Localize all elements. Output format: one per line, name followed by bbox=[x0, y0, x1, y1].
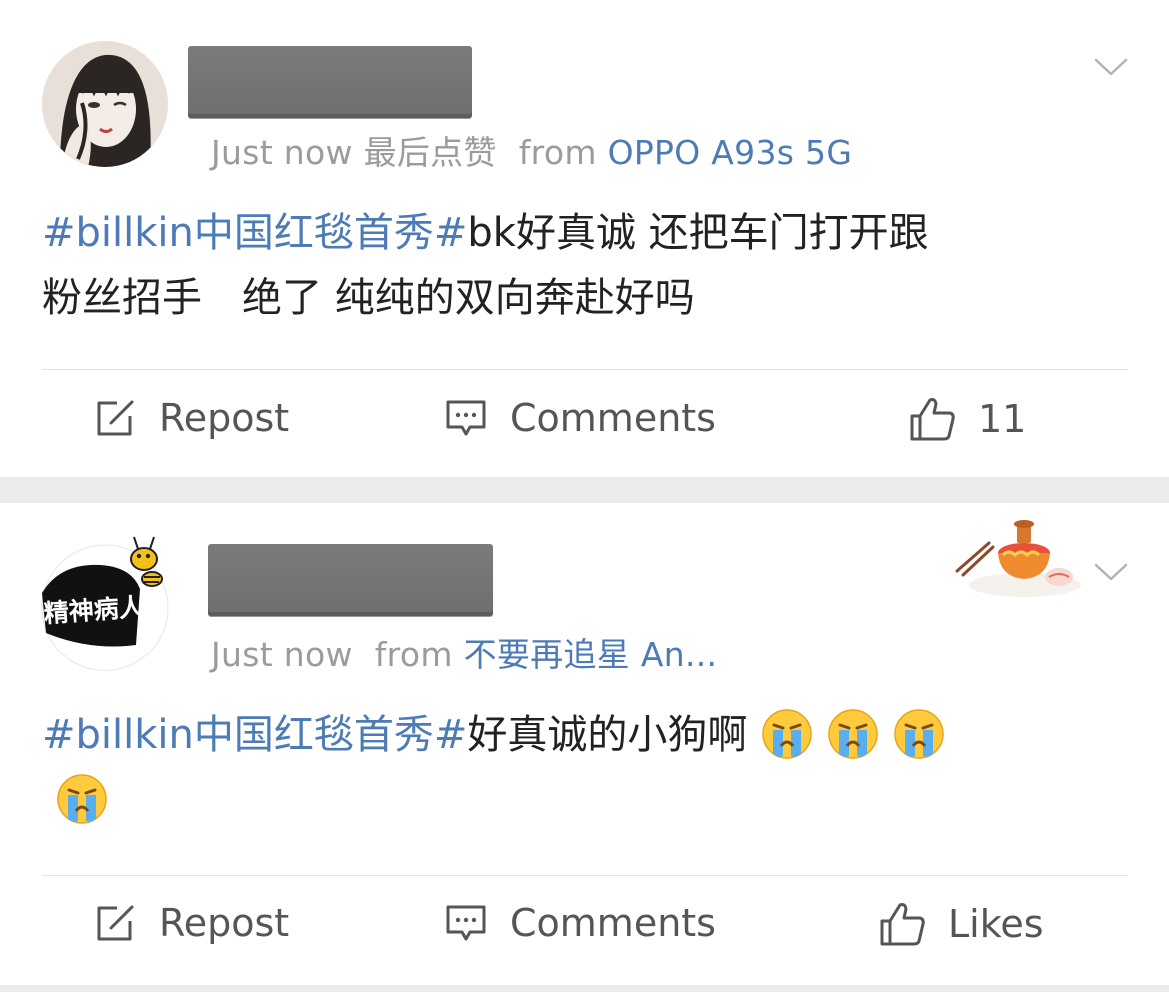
hashtag-link[interactable]: #billkin中国红毯首秀# bbox=[42, 210, 467, 256]
crying-emoji-icon bbox=[762, 709, 813, 759]
chevron-down-icon[interactable] bbox=[1094, 561, 1128, 583]
divider bbox=[42, 875, 1128, 876]
last-liked-label: 最后点赞 bbox=[363, 133, 497, 172]
timestamp: Just now bbox=[211, 635, 353, 674]
chevron-down-icon[interactable] bbox=[1094, 56, 1128, 78]
thumbs-up-icon bbox=[910, 398, 955, 441]
feed-post: Just now 最后点赞 from OPPO A93s 5G #billkin中… bbox=[0, 0, 1169, 477]
source-device[interactable]: 不要再追星 An... bbox=[464, 635, 718, 674]
post-content: #billkin中国红毯首秀#bk好真诚 还把车门打开跟 粉丝招手 绝了 纯纯的… bbox=[42, 201, 1132, 331]
comments-button[interactable]: Comments bbox=[444, 901, 716, 945]
comments-label: Comments bbox=[510, 396, 716, 440]
thumbs-up-icon bbox=[880, 903, 925, 946]
comments-button[interactable]: Comments bbox=[444, 396, 716, 440]
hashtag-link[interactable]: #billkin中国红毯首秀# bbox=[42, 712, 467, 758]
post-text-line2: 粉丝招手 绝了 纯纯的双向奔赴好吗 bbox=[42, 275, 695, 321]
comment-icon bbox=[446, 905, 486, 941]
repost-button[interactable]: Repost bbox=[95, 396, 289, 440]
like-count: 11 bbox=[978, 397, 1027, 441]
timestamp: Just now bbox=[211, 133, 353, 172]
likes-label: Likes bbox=[948, 902, 1044, 946]
from-label: from bbox=[518, 133, 597, 172]
post-meta: Just now 最后点赞 from OPPO A93s 5G bbox=[211, 126, 852, 174]
author-name-redacted[interactable] bbox=[208, 544, 493, 616]
avatar[interactable]: 精神病人 bbox=[41, 536, 169, 671]
source-device[interactable]: OPPO A93s 5G bbox=[608, 133, 853, 172]
avatar-image: 精神病人 bbox=[41, 536, 169, 653]
crying-emoji-icon bbox=[57, 774, 107, 824]
author-name-redacted[interactable] bbox=[188, 46, 472, 118]
feed-post: 精神病人 Just now from 不要再追星 An... #billkin中国… bbox=[0, 503, 1169, 985]
from-label: from bbox=[374, 635, 453, 674]
post-text-line1: bk好真诚 还把车门打开跟 bbox=[467, 210, 929, 256]
repost-label: Repost bbox=[159, 396, 290, 440]
crying-emoji-icon bbox=[894, 709, 945, 759]
comment-icon bbox=[446, 400, 486, 436]
repost-button[interactable]: Repost bbox=[95, 901, 289, 945]
divider bbox=[42, 369, 1128, 370]
like-button[interactable]: 11 bbox=[908, 396, 1026, 442]
crying-emoji-icon bbox=[828, 709, 879, 759]
repost-icon bbox=[97, 905, 134, 941]
avatar[interactable] bbox=[42, 41, 168, 167]
avatar-image bbox=[42, 41, 168, 167]
repost-label: Repost bbox=[159, 901, 290, 945]
post-content: #billkin中国红毯首秀#好真诚的小狗啊 bbox=[42, 703, 1132, 833]
like-button[interactable]: Likes bbox=[878, 901, 1044, 947]
post-meta: Just now from 不要再追星 An... bbox=[211, 628, 717, 676]
post-text: 好真诚的小狗啊 bbox=[467, 712, 748, 758]
hotpot-sticker-icon bbox=[955, 520, 1081, 597]
repost-icon bbox=[97, 400, 134, 436]
comments-label: Comments bbox=[510, 901, 716, 945]
